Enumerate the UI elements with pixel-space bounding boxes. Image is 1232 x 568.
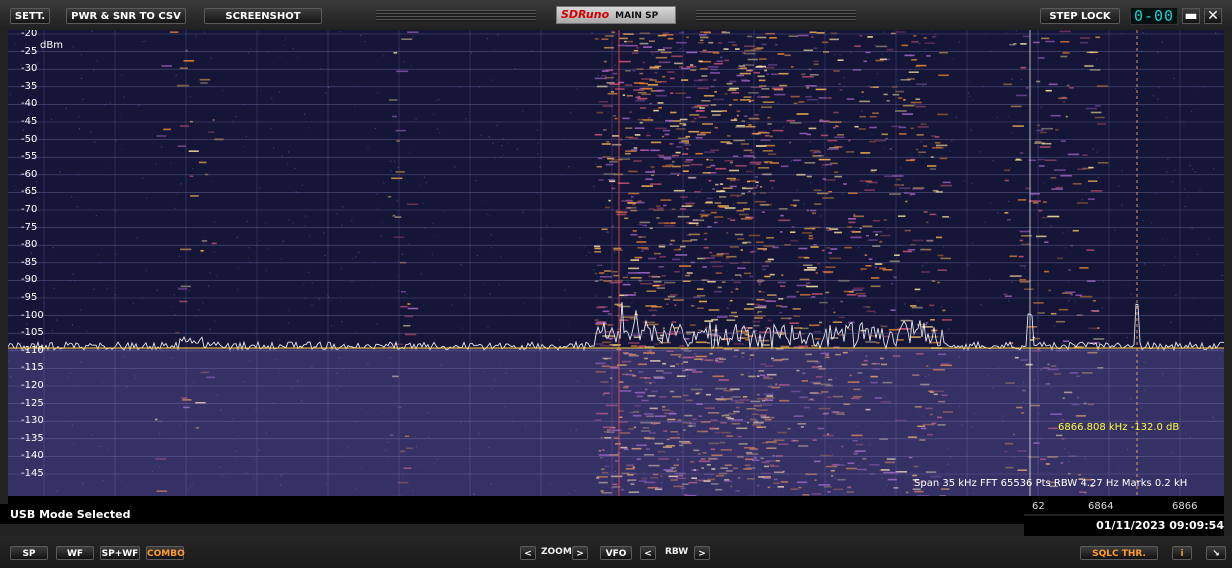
mode-status: USB Mode Selected xyxy=(10,508,131,521)
y-tick-label: -75 xyxy=(21,221,38,233)
rbw-next-button[interactable]: > xyxy=(694,546,710,560)
y-tick-label: -110 xyxy=(21,344,44,356)
y-tick-label: -105 xyxy=(21,327,44,339)
window-name: MAIN SP xyxy=(615,11,659,21)
sqlc-thr-button[interactable]: SQLC THR. xyxy=(1080,546,1158,560)
pwr-snr-csv-button[interactable]: PWR & SNR TO CSV xyxy=(66,8,186,24)
title-toolbar: SETT. PWR & SNR TO CSV SCREENSHOT SDRuno… xyxy=(0,0,1232,30)
bottom-toolbar: SP WF SP+WF COMBO < ZOOM > VFO < RBW > S… xyxy=(0,536,1232,568)
minimize-icon[interactable]: ▬ xyxy=(1182,8,1200,24)
vfo-button[interactable]: VFO xyxy=(600,546,632,560)
zoom-in-button[interactable]: > xyxy=(572,546,588,560)
y-tick-label: -35 xyxy=(21,80,38,92)
y-tick-label: -95 xyxy=(21,292,38,303)
y-tick-label: -145 xyxy=(21,468,44,479)
screenshot-button[interactable]: SCREENSHOT xyxy=(204,8,322,24)
y-tick-label: -60 xyxy=(21,168,38,180)
y-tick-label: -120 xyxy=(21,380,44,391)
zoom-out-button[interactable]: < xyxy=(520,546,536,560)
left-drag-grip[interactable] xyxy=(376,10,536,22)
y-tick-label: -45 xyxy=(21,116,38,127)
y-tick-label: -65 xyxy=(21,186,38,198)
window-title: SDRuno MAIN SP xyxy=(556,6,676,24)
zoom-label: ZOOM xyxy=(541,547,572,557)
spectrum-grid xyxy=(8,30,1224,496)
rbw-label: RBW xyxy=(665,547,689,557)
y-tick-label: -85 xyxy=(21,256,38,268)
y-tick-label: -130 xyxy=(21,415,44,427)
y-tick-label: -100 xyxy=(21,309,44,321)
y-tick-label: -50 xyxy=(21,133,38,145)
resize-icon[interactable]: ↘ xyxy=(1206,546,1226,560)
wf-button[interactable]: WF xyxy=(56,546,94,560)
freq-label: 6866 xyxy=(1172,501,1198,512)
y-tick-label: -30 xyxy=(21,63,38,75)
y-tick-label: -70 xyxy=(21,204,38,215)
right-drag-grip[interactable] xyxy=(696,10,856,22)
settings-button[interactable]: SETT. xyxy=(10,8,50,24)
date-time: 01/11/2023 09:09:54 xyxy=(1024,516,1224,536)
rbw-prev-button[interactable]: < xyxy=(640,546,656,560)
freq-label: 62 xyxy=(1032,501,1045,512)
step-lock-button[interactable]: STEP LOCK xyxy=(1040,8,1120,24)
y-tick-label: -125 xyxy=(21,397,44,409)
display-readout: 0-00 xyxy=(1130,7,1178,25)
y-tick-label: -140 xyxy=(21,450,44,462)
sdruno-logo: SDRuno xyxy=(561,8,610,21)
y-tick-label: -20 xyxy=(21,30,38,39)
datetime-text: 01/11/2023 09:09:54 xyxy=(1096,519,1224,532)
close-icon[interactable]: ✕ xyxy=(1204,8,1222,24)
cursor-readout: 6866.808 kHz -132.0 dB xyxy=(1058,422,1180,433)
spectrum-display[interactable]: -20 -25 -30 -35 -40 -45 -50 -55 -60 -65 -70 -75 -80 -… xyxy=(8,30,1224,496)
passband-overlay xyxy=(8,348,1224,496)
y-tick-label: -40 xyxy=(21,98,38,110)
sp-button[interactable]: SP xyxy=(10,546,48,560)
y-tick-label: -55 xyxy=(21,151,38,163)
status-bar: USB Mode Selected xyxy=(0,504,1024,524)
y-tick-label: -80 xyxy=(21,239,38,251)
combo-button[interactable]: COMBO xyxy=(146,546,185,560)
y-tick-label: -90 xyxy=(21,274,38,286)
sp-wf-button[interactable]: SP+WF xyxy=(100,546,140,560)
info-button[interactable]: i xyxy=(1172,546,1192,560)
frequency-labels: 62 6864 6866 xyxy=(1024,500,1224,514)
sdruno-main-sp-window: SETT. PWR & SNR TO CSV SCREENSHOT SDRuno… xyxy=(0,0,1232,568)
fft-info: Span 35 kHz FFT 65536 Pts RBW 4.27 Hz Ma… xyxy=(914,478,1188,489)
y-tick-label: -115 xyxy=(21,362,44,374)
y-tick-label: -25 xyxy=(21,45,38,57)
freq-label: 6864 xyxy=(1088,501,1114,512)
y-tick-label: -135 xyxy=(21,432,44,444)
y-axis-unit: dBm xyxy=(40,40,63,51)
